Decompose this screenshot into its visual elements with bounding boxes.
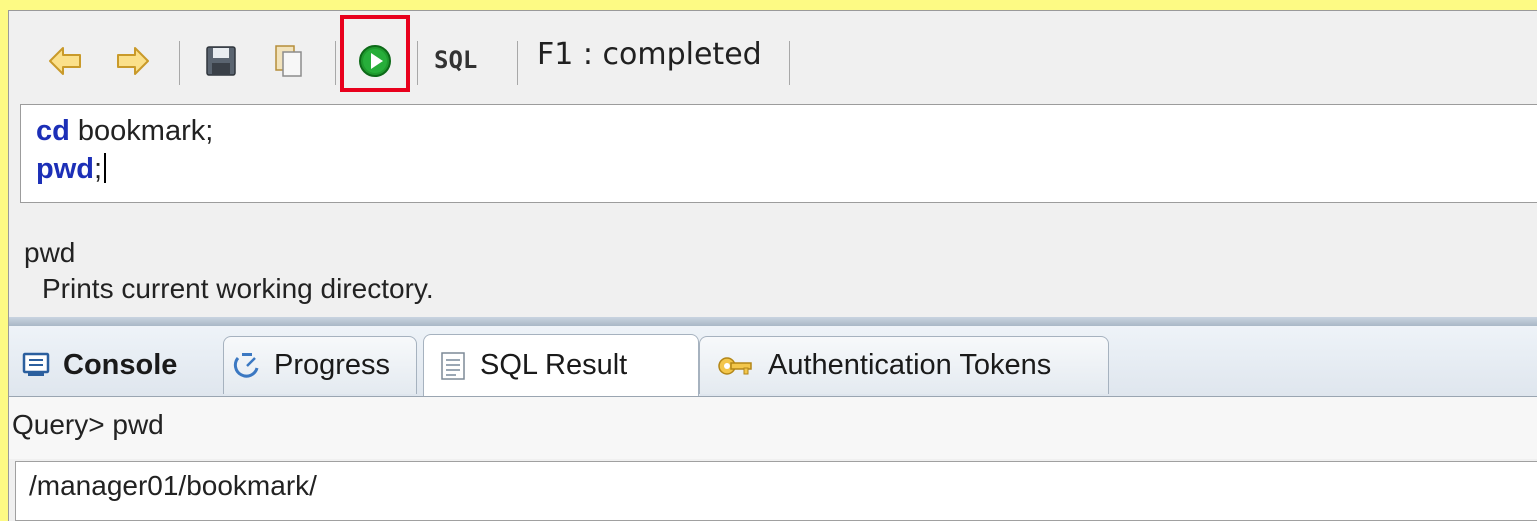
command-help-panel: pwd Prints current working directory. bbox=[20, 207, 1537, 315]
sql-editor-window: SQL F1 : completed cd bookmark; pwd; pwd… bbox=[8, 10, 1537, 521]
tab-label: Authentication Tokens bbox=[768, 349, 1052, 381]
save-disk-icon[interactable] bbox=[199, 39, 243, 83]
undo-arrow-icon[interactable] bbox=[44, 39, 88, 83]
tab-progress[interactable]: Progress bbox=[223, 336, 417, 394]
code-line-2: pwd; bbox=[36, 153, 107, 186]
tab-sql-result[interactable]: SQL Result bbox=[423, 334, 699, 396]
run-button-highlight bbox=[340, 15, 410, 92]
progress-icon bbox=[232, 351, 262, 381]
bottom-tab-bar: Console Progress SQL Result Authenticati… bbox=[9, 326, 1537, 397]
toolbar: SQL F1 : completed bbox=[9, 11, 1537, 101]
code-text: ; bbox=[94, 153, 103, 185]
query-editor[interactable]: cd bookmark; pwd; bbox=[20, 104, 1537, 203]
toolbar-separator bbox=[335, 41, 336, 85]
redo-arrow-icon[interactable] bbox=[110, 39, 154, 83]
code-keyword: pwd bbox=[36, 153, 94, 185]
console-icon bbox=[21, 350, 51, 380]
text-caret bbox=[104, 153, 107, 183]
copy-document-icon[interactable] bbox=[267, 39, 311, 83]
toolbar-separator bbox=[179, 41, 180, 85]
code-line-1: cd bookmark; bbox=[36, 115, 213, 148]
result-output-text: /manager01/bookmark/ bbox=[29, 470, 317, 501]
tab-label: Console bbox=[63, 348, 178, 381]
query-echo-text: Query> pwd bbox=[12, 409, 164, 440]
help-command-name: pwd bbox=[24, 237, 76, 268]
toolbar-separator bbox=[417, 41, 418, 85]
tab-authentication-tokens[interactable]: Authentication Tokens bbox=[699, 336, 1109, 394]
toolbar-separator bbox=[517, 41, 518, 85]
result-output-panel[interactable]: /manager01/bookmark/ bbox=[15, 461, 1537, 521]
sql-mode-label[interactable]: SQL bbox=[434, 46, 477, 74]
tab-console[interactable]: Console bbox=[21, 336, 221, 394]
help-command-description: Prints current working directory. bbox=[42, 273, 434, 304]
code-keyword: cd bbox=[36, 115, 70, 147]
tokens-icon bbox=[716, 351, 756, 381]
tab-label: Progress bbox=[274, 349, 391, 381]
execution-status: F1 : completed bbox=[537, 37, 762, 72]
toolbar-separator bbox=[789, 41, 790, 85]
panel-splitter[interactable] bbox=[9, 317, 1537, 326]
sql-result-icon bbox=[438, 351, 468, 381]
code-text: bookmark; bbox=[69, 115, 214, 147]
tab-label: SQL Result bbox=[480, 349, 628, 381]
query-echo-bar: Query> pwd bbox=[9, 397, 1537, 459]
